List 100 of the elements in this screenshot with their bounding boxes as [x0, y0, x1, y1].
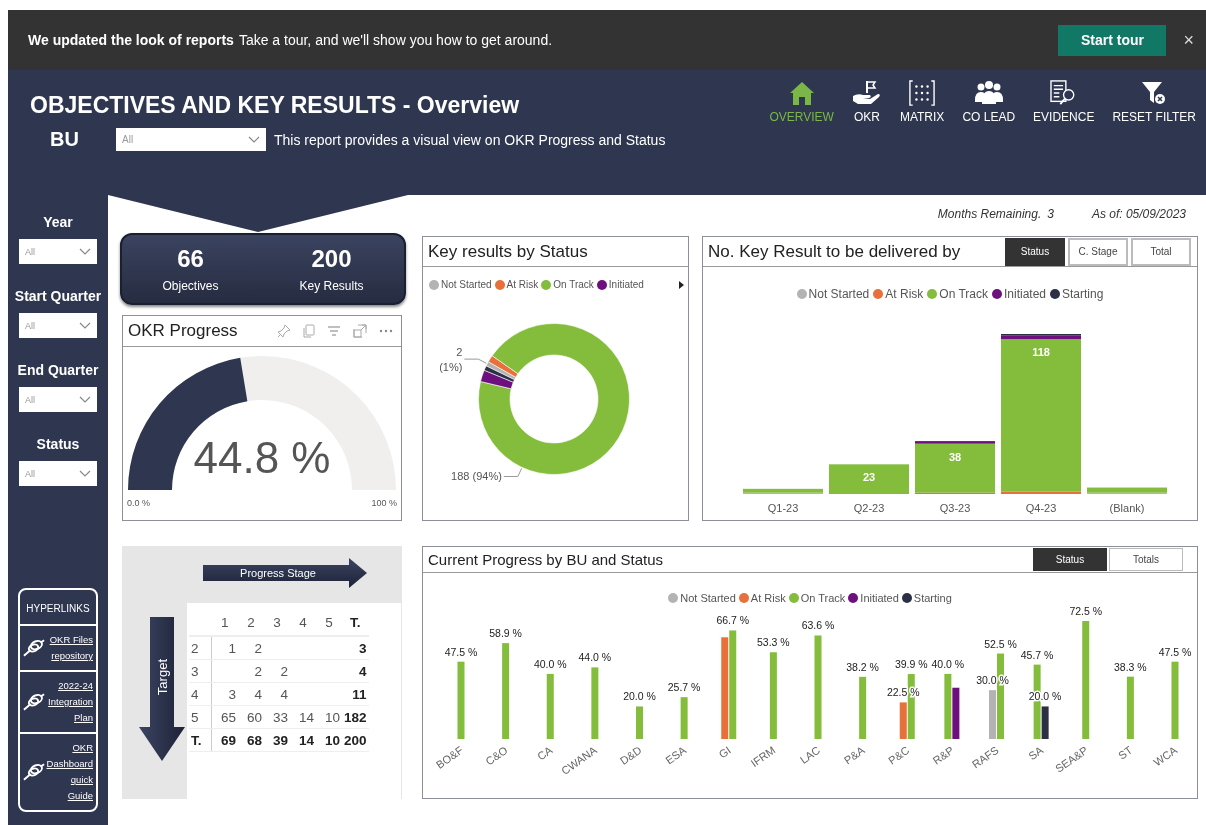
toggle-button[interactable]: Total	[1131, 237, 1191, 266]
chevron-down-icon	[79, 322, 91, 329]
chevron-down-icon	[248, 136, 260, 143]
legend-next-icon[interactable]	[679, 280, 684, 289]
row-header: T.	[189, 728, 212, 752]
copy-icon[interactable]	[303, 324, 315, 338]
bar-value-label: 47.5 %	[1158, 645, 1192, 658]
card-title: OKR Progress	[128, 321, 239, 341]
table-cell: 4	[264, 682, 290, 706]
rope-knot-icon	[22, 762, 46, 782]
legend-label: Initiated	[860, 592, 899, 604]
bar-value-label: 38.2 %	[846, 660, 879, 673]
bar-value-label: 38.3 %	[1114, 660, 1147, 673]
table-cell: 2	[238, 636, 264, 660]
hand-flag-icon	[851, 80, 882, 106]
bar-value-label: 47.5 %	[444, 645, 478, 658]
table-cell: 14	[290, 728, 316, 752]
report-description: This report provides a visual view on OKR Progress and Status	[274, 131, 666, 148]
expand-icon[interactable]	[353, 324, 367, 338]
bar-value-label: 40.0 %	[533, 657, 567, 670]
report-title: OBJECTIVES AND KEY RESULTS - Overview	[30, 92, 520, 119]
nav-tab[interactable]: MATRIX	[897, 80, 947, 124]
leader-line	[503, 467, 523, 477]
bar-value-label: 40.0 %	[931, 657, 965, 670]
legend-label: Initiated	[1004, 287, 1047, 301]
toggle-button[interactable]: C. Stage	[1068, 237, 1128, 266]
dotted-grid-icon	[908, 80, 937, 106]
filter-label: Status	[36, 436, 80, 452]
table-cell: 4	[238, 682, 264, 706]
start-tour-button[interactable]: Start tour	[1058, 24, 1167, 56]
card-title: Current Progress by BU and Status	[428, 551, 665, 568]
gauge-max-label: 100 %	[371, 498, 397, 508]
axis-label: LAC	[797, 743, 823, 766]
bar-value-label: 72.5 %	[1069, 605, 1103, 617]
filter-icon[interactable]	[327, 325, 341, 337]
legend-label: At Risk	[885, 287, 924, 301]
row-header: 5	[189, 705, 212, 729]
chevron-down-icon	[79, 470, 91, 477]
bar-value-label: 53.3 %	[757, 636, 790, 649]
table-cell: 60	[238, 705, 264, 729]
nav-tab[interactable]: RESET FILTER	[1110, 80, 1198, 124]
pin-icon[interactable]	[277, 324, 291, 338]
axis-label: (Blank)	[1109, 502, 1145, 514]
column-header: 2	[238, 609, 264, 636]
table-cell: 3	[211, 682, 238, 706]
close-button[interactable]: ×	[1183, 29, 1194, 51]
bar-value-label: 58.9 %	[489, 627, 522, 640]
table-cell: 2	[238, 659, 264, 683]
bar-value-label: 52.5 %	[984, 637, 1017, 650]
axis-label: Q2-23	[853, 502, 885, 514]
bar-value-label: 45.7 %	[1020, 648, 1054, 661]
kpi-value: 200	[311, 245, 352, 273]
hyperlink[interactable]: 2022-24 Integration Plan	[45, 678, 93, 726]
nav-tab[interactable]: OKR	[849, 80, 884, 124]
axis-label: Q3-23	[939, 502, 971, 514]
card-title: Key results by Status	[428, 241, 589, 262]
axis-title: Target	[154, 658, 170, 696]
row-header: 4	[189, 682, 212, 706]
legend-label: On Track	[800, 592, 846, 604]
hyperlink[interactable]: OKR Dashboard quick Guide	[45, 740, 93, 804]
nav-tab[interactable]: CO LEAD	[960, 80, 1018, 124]
column-header: 3	[264, 609, 290, 636]
column-header: 5	[316, 609, 342, 636]
row-header: 2	[189, 636, 212, 660]
column-header: 4	[290, 609, 316, 636]
hyperlink[interactable]: OKR Files repository	[45, 632, 93, 664]
table-cell: 14	[290, 705, 316, 729]
table-cell: 4	[342, 659, 369, 683]
table-cell: 69	[211, 728, 238, 752]
nav-tab[interactable]: OVERVIEW	[767, 80, 836, 124]
table-cell: 65	[211, 705, 238, 729]
table-cell: 3	[342, 636, 369, 660]
people-icon	[973, 80, 1004, 106]
legend-label: Not Started	[808, 287, 870, 301]
more-icon[interactable]	[379, 329, 393, 333]
kpi-label: Key Results	[299, 279, 364, 293]
toggle-button[interactable]: Totals	[1109, 548, 1183, 571]
info-value: 3	[1047, 207, 1054, 221]
column-header: 1	[211, 609, 238, 636]
kpi-value: 66	[177, 245, 204, 273]
axis-label: Q1-23	[767, 502, 799, 514]
row-header: 3	[189, 659, 212, 683]
toggle-button[interactable]: Status	[1033, 548, 1107, 571]
axis-label: D&D	[617, 743, 644, 767]
axis-label: CA	[535, 743, 555, 763]
gauge-min-label: 0.0 %	[127, 498, 150, 508]
gauge-value: 44.8 %	[193, 433, 331, 482]
legend-label: Not Started	[680, 592, 736, 604]
legend-label: At Risk	[750, 592, 786, 604]
nav-tab[interactable]: EVIDENCE	[1031, 80, 1097, 124]
table-cell: 10	[316, 728, 342, 752]
bar-value-label: 23	[862, 471, 876, 484]
table-cell: 11	[342, 682, 369, 706]
kpi-label: Objectives	[162, 279, 219, 293]
toggle-button[interactable]: Status	[1005, 237, 1065, 266]
bar-value-label: 39.9 %	[894, 658, 928, 671]
bar	[859, 676, 867, 739]
rope-knot-icon	[22, 692, 46, 712]
table-cell: 39	[264, 728, 290, 752]
table-cell: 10	[316, 705, 342, 729]
